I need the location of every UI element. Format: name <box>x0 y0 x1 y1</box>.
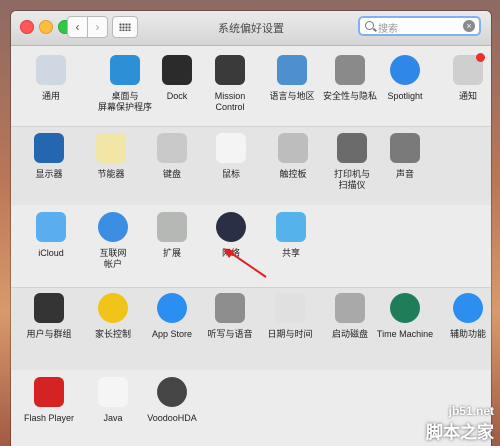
pref-pane-label: VoodooHDA <box>147 413 197 423</box>
grid-icon <box>119 23 131 31</box>
flash-player-icon <box>34 377 64 407</box>
pref-pane-label: 声音 <box>395 169 414 179</box>
startup-disk-icon <box>335 293 365 323</box>
watermark-url: jb51.net <box>448 404 494 418</box>
icloud-icon <box>36 212 66 242</box>
displays-icon <box>34 133 64 163</box>
watermark-name: 脚本之家 <box>426 423 494 442</box>
energy-saver-icon <box>96 133 126 163</box>
watermark: jb51.net 脚本之家 <box>426 404 494 443</box>
app-store-icon <box>157 293 187 323</box>
annotation-arrow <box>223 248 267 278</box>
chevron-left-icon: ‹ <box>75 20 80 34</box>
internet-accounts-icon <box>98 212 128 242</box>
spotlight-icon <box>390 55 420 85</box>
network-icon <box>216 212 246 242</box>
mission-control-icon <box>215 55 245 85</box>
pref-pane-label: 通用 <box>41 91 60 101</box>
pref-pane-label: 通知 <box>458 91 477 101</box>
chevron-right-icon: › <box>95 20 100 34</box>
close-button[interactable] <box>20 20 34 34</box>
dictation-speech-icon <box>215 293 245 323</box>
system-preferences-window: ‹ › 系统偏好设置 搜索 × 通用 桌面与 屏幕保护程序 Dock Mission … <box>11 11 491 446</box>
users-groups-icon <box>34 293 64 323</box>
trackpad-icon <box>278 133 308 163</box>
title-bar: ‹ › 系统偏好设置 搜索 × <box>11 11 491 46</box>
security-privacy-icon <box>335 55 365 85</box>
search-field[interactable]: 搜索 × <box>358 16 481 36</box>
extensions-icon <box>157 212 187 242</box>
search-icon <box>365 21 374 30</box>
back-button[interactable]: ‹ <box>67 16 88 38</box>
sharing-icon <box>276 212 306 242</box>
section-personal <box>11 46 491 126</box>
dock-icon <box>162 55 192 85</box>
voodoohda-icon <box>157 377 187 407</box>
mouse-icon <box>216 133 246 163</box>
forward-button[interactable]: › <box>87 16 108 38</box>
time-machine-icon <box>390 293 420 323</box>
window-title: 系统偏好设置 <box>218 23 284 35</box>
clear-search-icon[interactable]: × <box>463 20 475 32</box>
sound-icon <box>390 133 420 163</box>
pref-pane-label: 辅助功能 <box>449 329 486 339</box>
notification-badge-icon <box>476 53 485 62</box>
parental-controls-icon <box>98 293 128 323</box>
accessibility-icon <box>453 293 483 323</box>
language-region-icon <box>277 55 307 85</box>
notifications-icon <box>453 53 485 85</box>
date-time-icon <box>275 293 305 323</box>
printers-scanners-icon <box>337 133 367 163</box>
keyboard-icon <box>157 133 187 163</box>
minimize-button[interactable] <box>39 20 53 34</box>
section-other <box>11 370 491 446</box>
search-placeholder: 搜索 <box>378 24 398 35</box>
desktop-screensaver-icon <box>110 55 140 85</box>
general-icon <box>36 55 66 85</box>
show-all-button[interactable] <box>112 16 138 38</box>
java-icon <box>98 377 128 407</box>
